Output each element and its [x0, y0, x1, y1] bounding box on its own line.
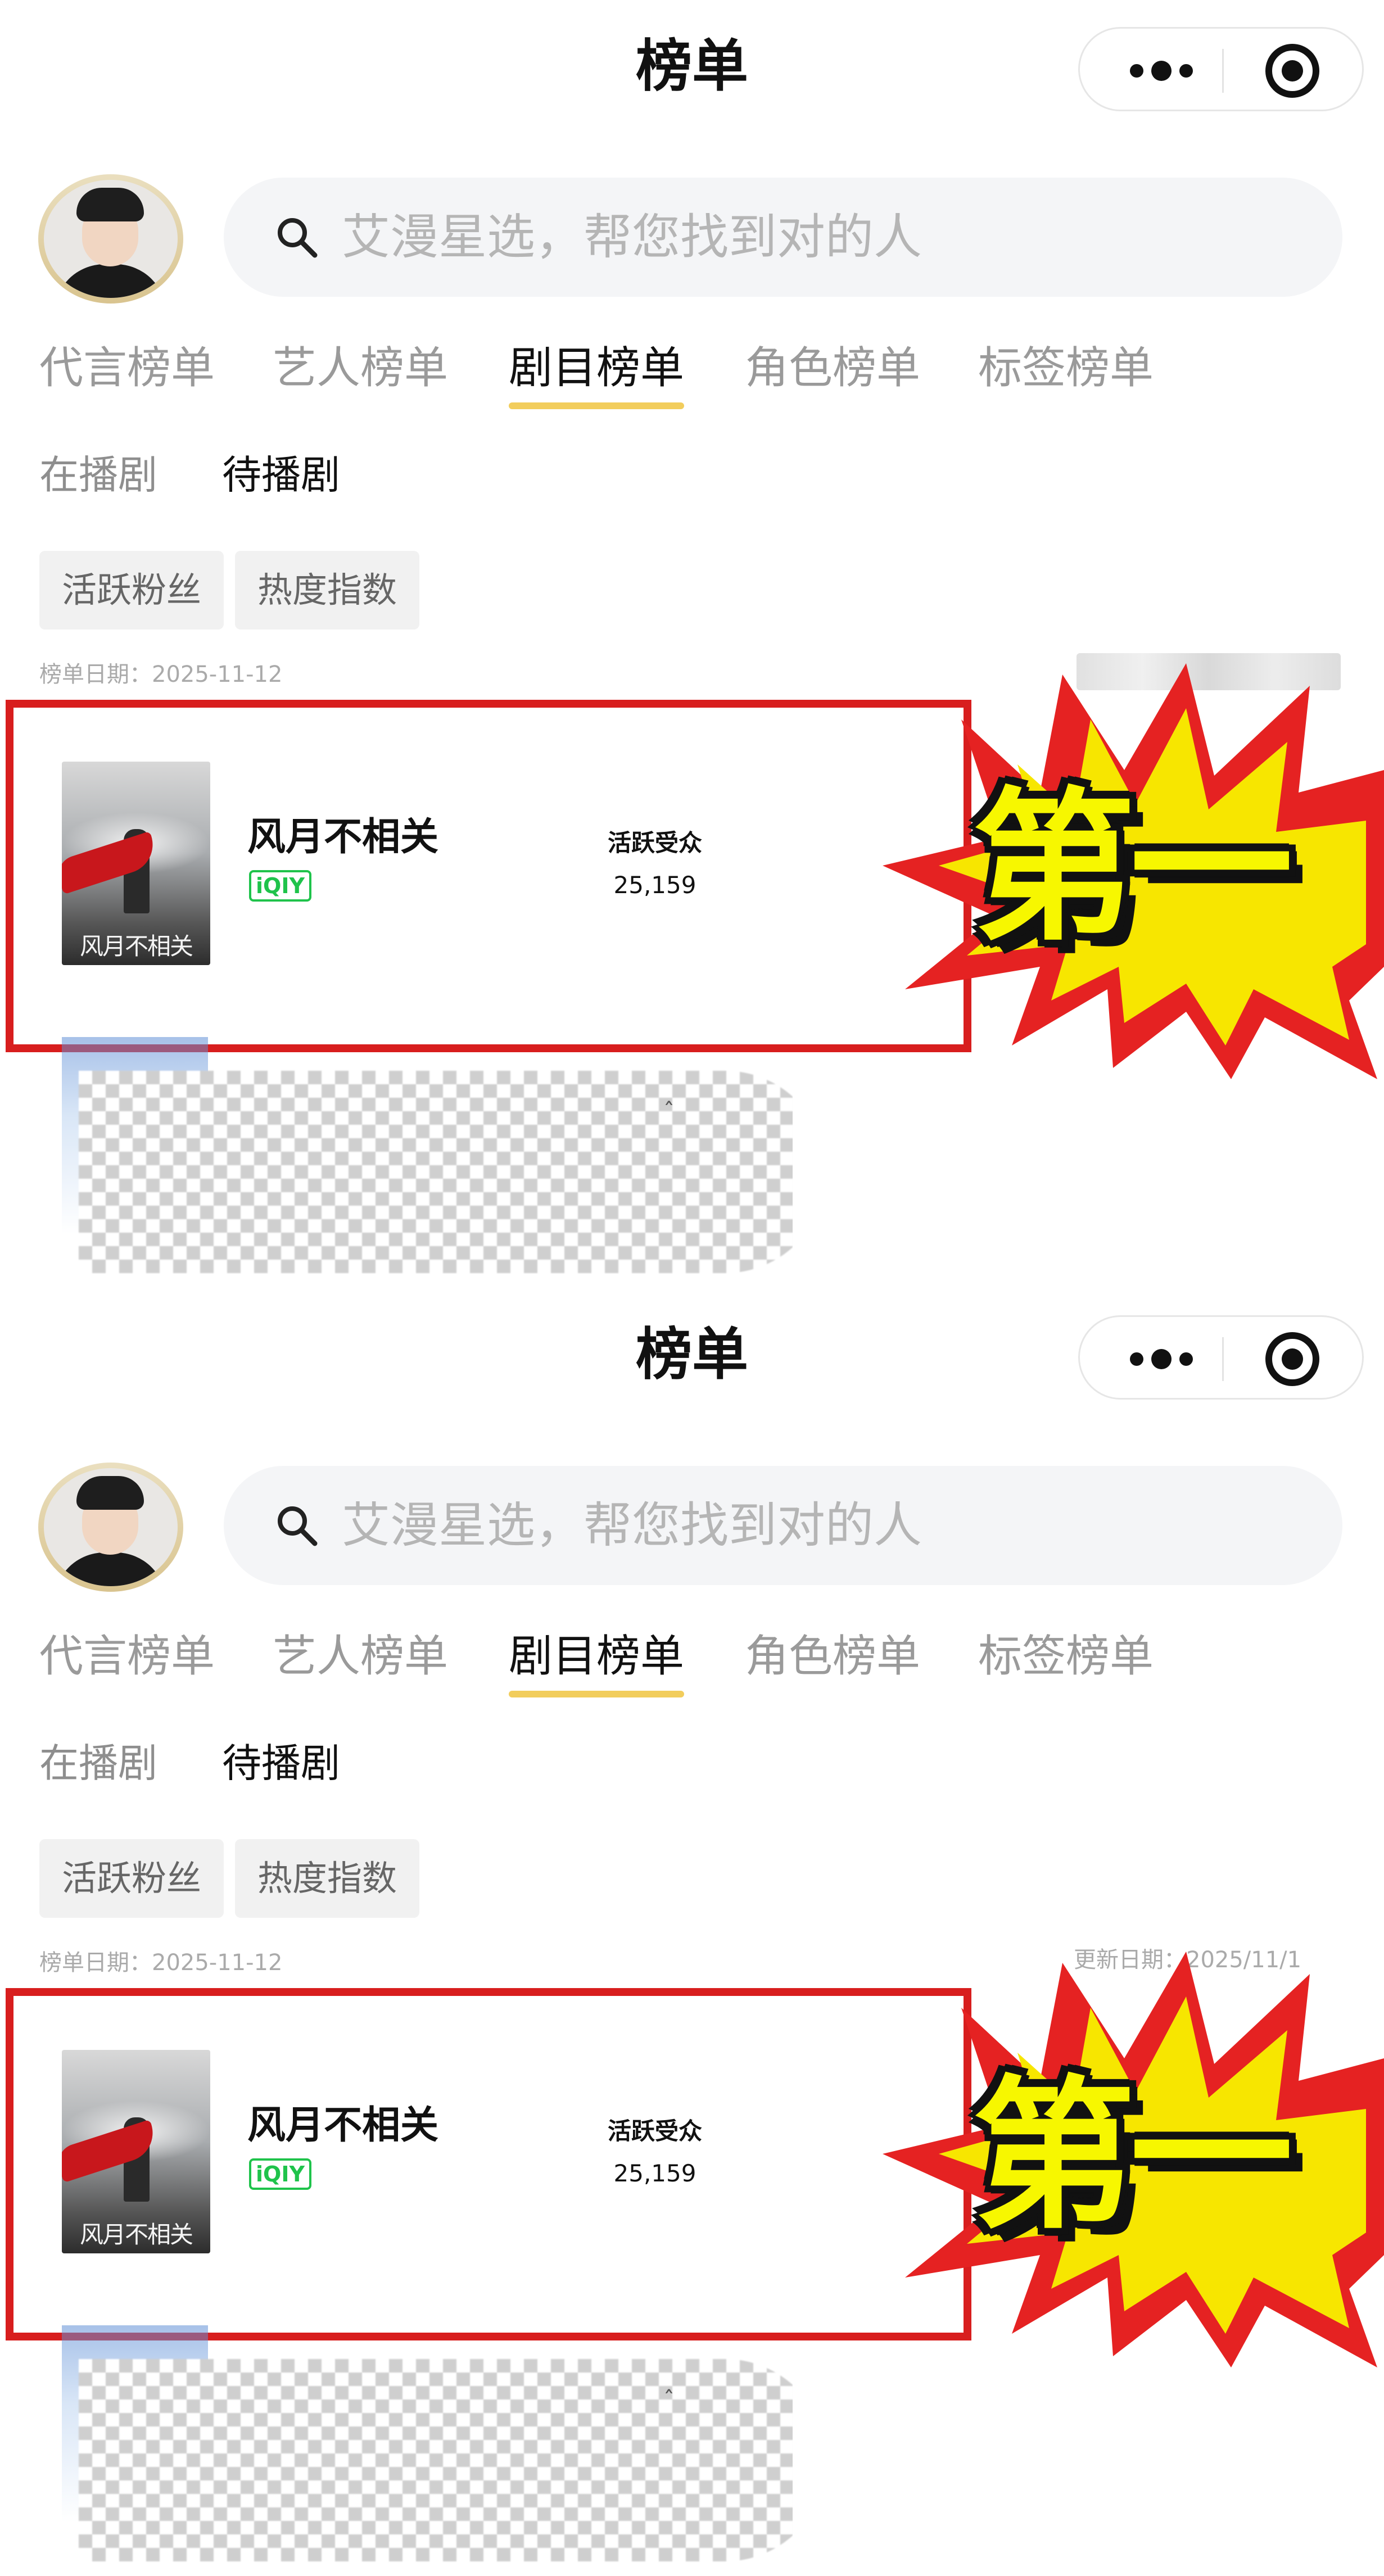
- search-icon: [278, 218, 318, 258]
- chip-active-fans[interactable]: 活跃粉丝: [39, 1839, 224, 1918]
- active-tab-underline: [509, 1691, 685, 1697]
- highlight-box: [6, 700, 971, 1052]
- subtab-airing[interactable]: 在播剧: [39, 444, 157, 506]
- subtab-upcoming[interactable]: 待播剧: [222, 1732, 340, 1794]
- chip-heat-index[interactable]: 热度指数: [235, 551, 420, 630]
- target-icon[interactable]: [1265, 1332, 1319, 1386]
- active-tab-underline: [509, 402, 685, 409]
- search-icon: [278, 1506, 318, 1546]
- censored-entry: ˆ: [62, 1037, 793, 1287]
- more-dots-icon[interactable]: [1114, 1317, 1209, 1401]
- first-place-badge: 第一: [973, 2062, 1293, 2251]
- tab-role[interactable]: 角色榜单: [745, 332, 920, 405]
- search-placeholder: 艾漫星选，帮您找到对的人: [342, 1497, 922, 1554]
- ranking-tabs: 代言榜单 艺人榜单 剧目榜单 角色榜单 标签榜单: [39, 332, 1366, 416]
- tab-drama[interactable]: 剧目榜单: [509, 1620, 685, 1697]
- search-input[interactable]: 艾漫星选，帮您找到对的人: [224, 1466, 1342, 1585]
- tab-role[interactable]: 角色榜单: [745, 1620, 920, 1693]
- ranking-screen-1: 榜单 艾漫星选，帮您找到对的人 代言榜单 艺人榜单 剧目榜单 角色榜单 标签榜单…: [0, 0, 1384, 1287]
- tab-endorsement[interactable]: 代言榜单: [39, 332, 215, 405]
- tab-endorsement[interactable]: 代言榜单: [39, 1620, 215, 1693]
- tab-tag[interactable]: 标签榜单: [978, 1620, 1154, 1693]
- tab-tag[interactable]: 标签榜单: [978, 332, 1154, 405]
- chip-heat-index[interactable]: 热度指数: [235, 1839, 420, 1918]
- more-dots-icon[interactable]: [1114, 29, 1209, 113]
- tab-drama-label: 剧目榜单: [509, 343, 685, 393]
- ranking-tabs: 代言榜单 艺人榜单 剧目榜单 角色榜单 标签榜单: [39, 1620, 1366, 1704]
- tab-artist[interactable]: 艺人榜单: [273, 332, 448, 405]
- capsule-divider: [1222, 1337, 1224, 1381]
- tab-drama[interactable]: 剧目榜单: [509, 332, 685, 409]
- search-placeholder: 艾漫星选，帮您找到对的人: [342, 209, 922, 265]
- capsule-divider: [1222, 49, 1224, 93]
- censored-entry: ˆ: [62, 2325, 793, 2575]
- list-date: 榜单日期：2025-11-12: [39, 1950, 283, 1976]
- highlight-box: [6, 1988, 971, 2340]
- avatar[interactable]: [38, 174, 183, 304]
- avatar[interactable]: [38, 1463, 183, 1592]
- tab-drama-label: 剧目榜单: [509, 1631, 685, 1682]
- target-icon[interactable]: [1265, 44, 1319, 98]
- tab-artist[interactable]: 艺人榜单: [273, 1620, 448, 1693]
- search-input[interactable]: 艾漫星选，帮您找到对的人: [224, 178, 1342, 297]
- subtab-upcoming[interactable]: 待播剧: [222, 444, 340, 506]
- list-date: 榜单日期：2025-11-12: [39, 662, 283, 687]
- first-place-badge: 第一: [973, 773, 1293, 963]
- mini-program-capsule: [1078, 1315, 1364, 1400]
- mini-program-capsule: [1078, 27, 1364, 111]
- subtab-airing[interactable]: 在播剧: [39, 1732, 157, 1794]
- ranking-screen-2: 榜单 艾漫星选，帮您找到对的人 代言榜单 艺人榜单 剧目榜单 角色榜单 标签榜单…: [0, 1288, 1384, 2575]
- chip-active-fans[interactable]: 活跃粉丝: [39, 551, 224, 630]
